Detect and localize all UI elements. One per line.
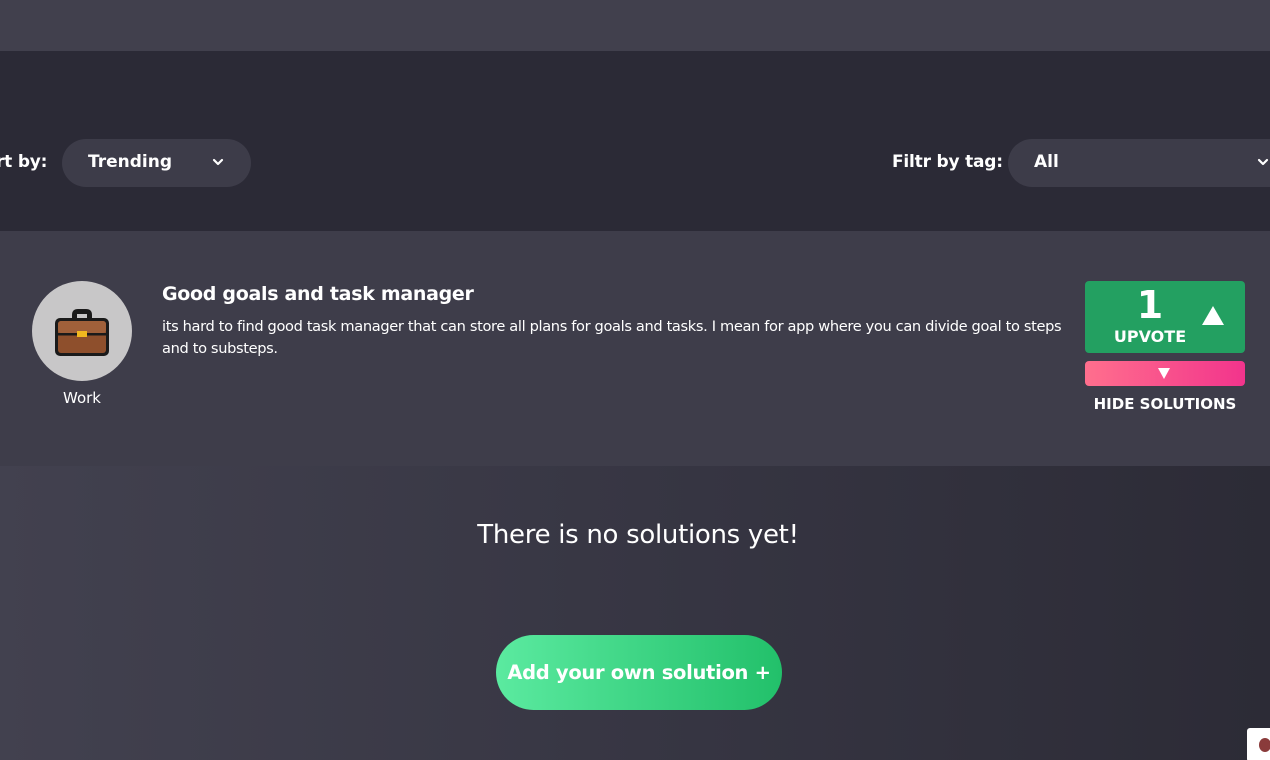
solutions-section: There is no solutions yet! Add your own …: [0, 466, 1270, 760]
briefcase-icon: [55, 309, 109, 356]
sort-select-value: Trending: [88, 152, 173, 172]
upvote-button[interactable]: 1 UPVOTE: [1085, 281, 1245, 353]
arrow-up-icon: [1202, 306, 1224, 325]
tag-filter-select[interactable]: All: [1008, 139, 1270, 187]
upvote-label: UPVOTE: [1113, 327, 1187, 346]
top-bar: [0, 0, 1270, 51]
problem-title: Good goals and task manager: [162, 283, 474, 305]
user-avatar-icon: [1259, 738, 1270, 752]
arrow-down-icon: [1158, 368, 1170, 379]
empty-solutions-message: There is no solutions yet!: [477, 520, 799, 550]
tag-name: Work: [63, 389, 101, 407]
problem-description: its hard to find good task manager that …: [162, 318, 1062, 357]
tag-avatar: [32, 281, 132, 381]
tag-filter-label: Filtr by tag:: [892, 152, 1003, 172]
downvote-button[interactable]: [1085, 361, 1245, 386]
chevron-down-icon: [1257, 158, 1269, 166]
filter-bar: rt by: Trending Filtr by tag: All: [0, 51, 1270, 231]
sort-select[interactable]: Trending: [62, 139, 251, 187]
add-solution-button[interactable]: Add your own solution +: [496, 635, 782, 710]
problem-card: Work Good goals and task manager its har…: [0, 231, 1270, 466]
chat-widget[interactable]: [1247, 728, 1270, 760]
upvote-count: 1: [1136, 283, 1164, 327]
chevron-down-icon: [212, 158, 224, 166]
tag-filter-value: All: [1034, 152, 1059, 172]
sort-label: rt by:: [0, 152, 48, 172]
hide-solutions-button[interactable]: HIDE SOLUTIONS: [1085, 395, 1245, 413]
